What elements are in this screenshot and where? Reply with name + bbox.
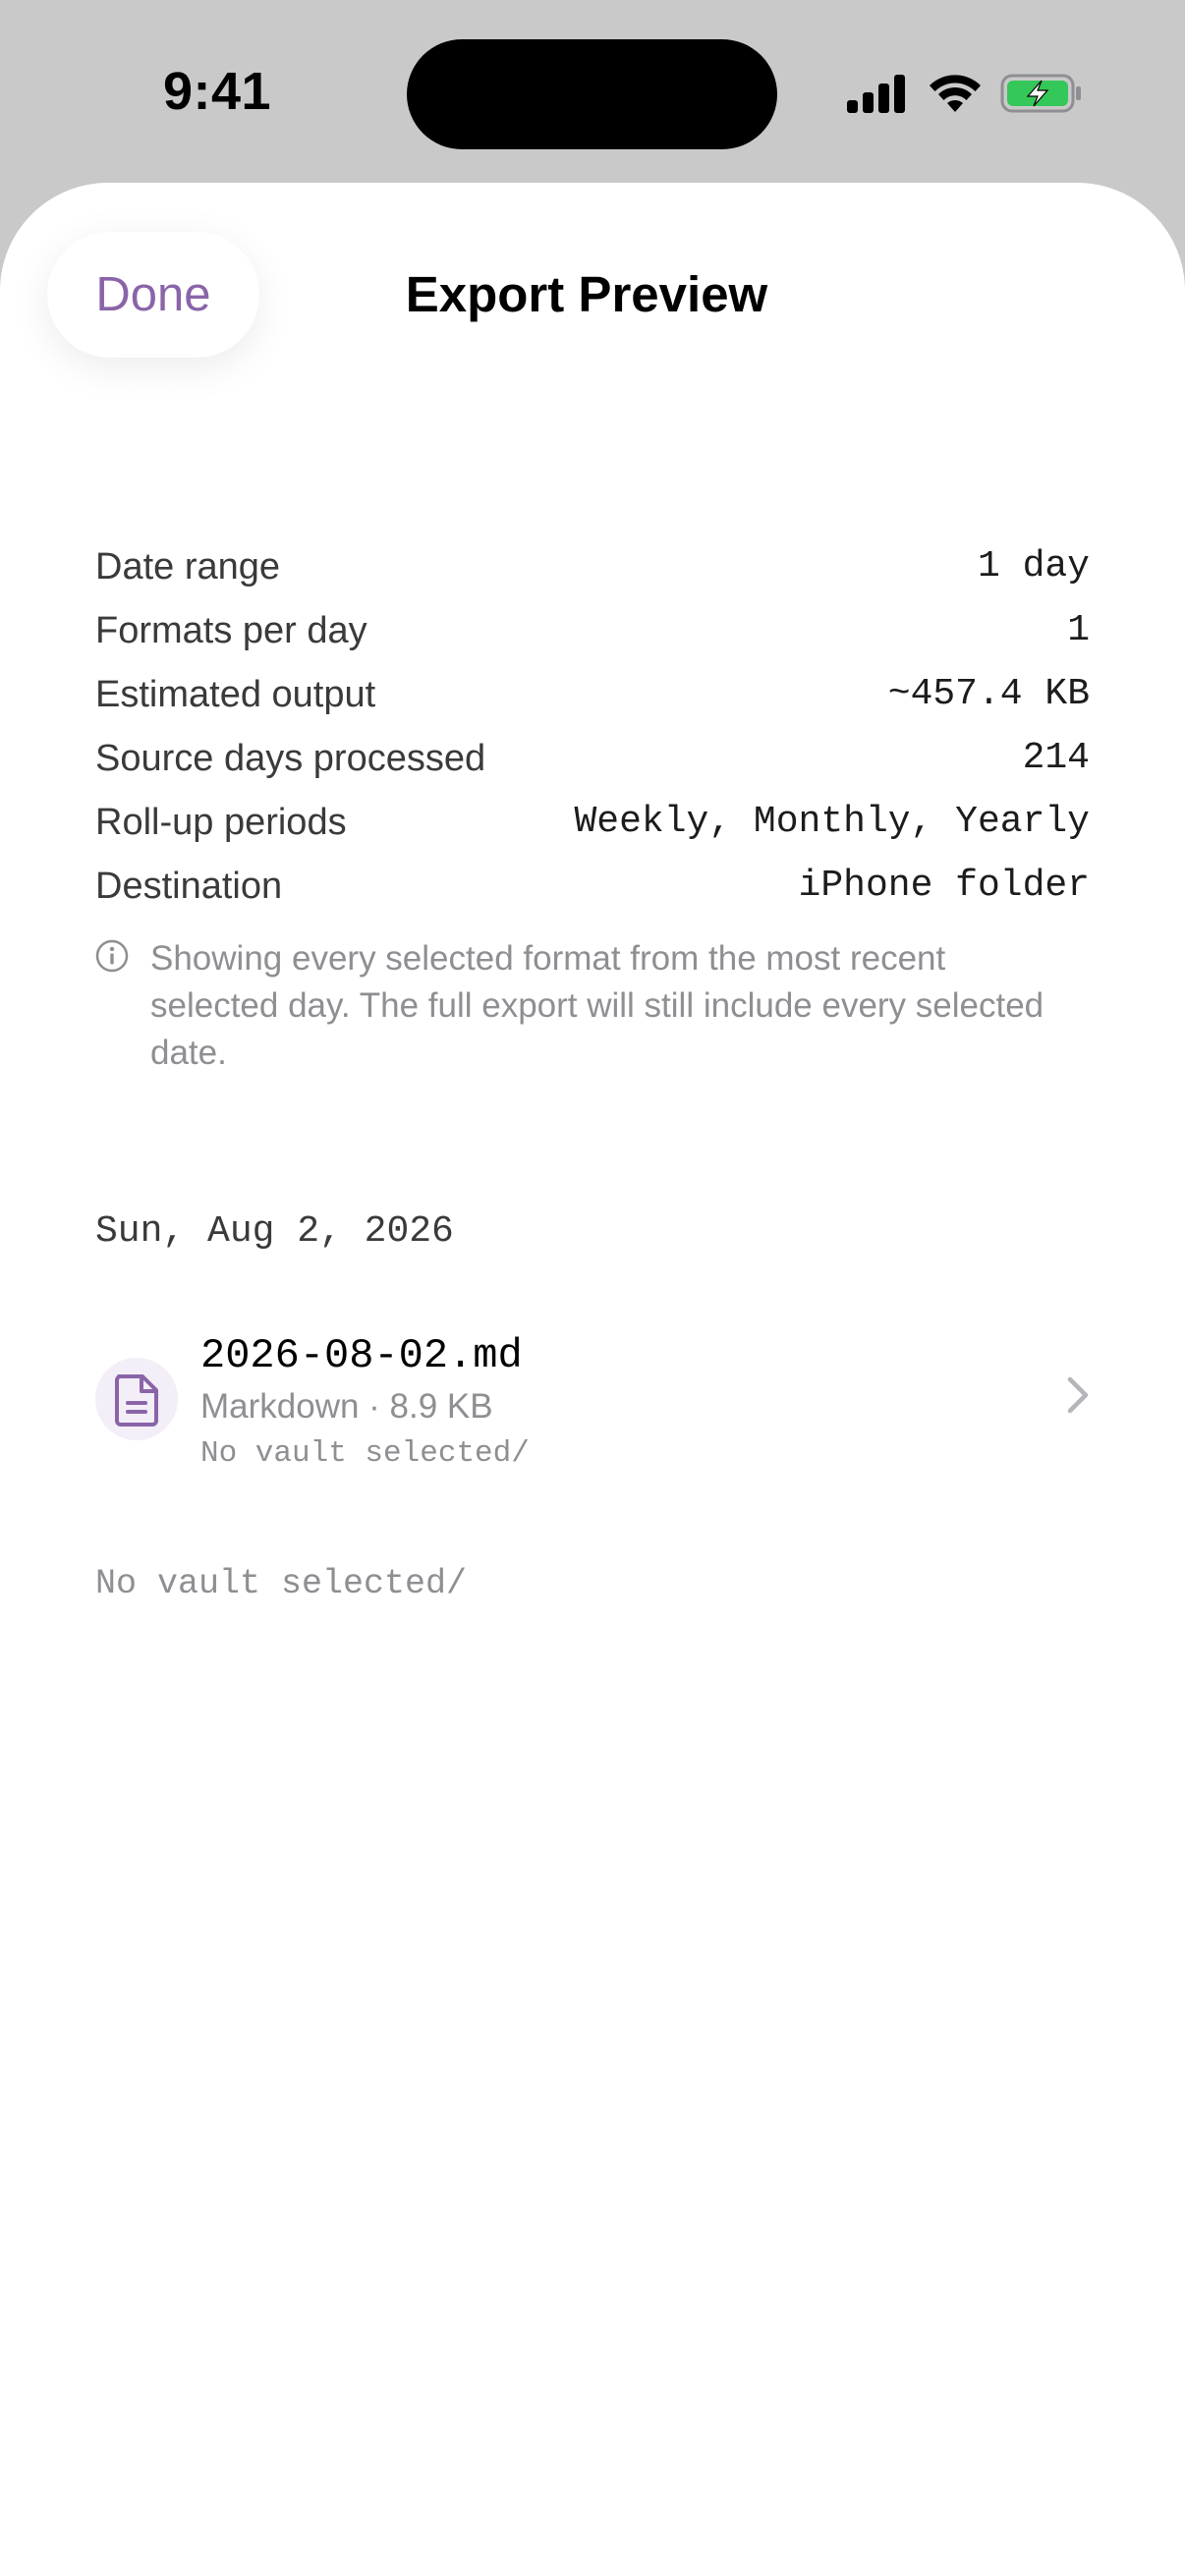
file-name: 2026-08-02.md (200, 1332, 523, 1379)
summary-value: iPhone folder (798, 865, 1090, 907)
summary-value: ~457.4 KB (887, 673, 1090, 715)
info-note-text: Showing every selected format from the m… (150, 939, 1044, 1072)
battery-charging-icon (1000, 74, 1081, 113)
summary-label: Date range (95, 546, 281, 588)
file-icon-badge (95, 1358, 178, 1440)
file-meta: Markdown · 8.9 KB (200, 1387, 493, 1426)
dynamic-island (407, 39, 777, 149)
section-footer-path: No vault selected/ (95, 1564, 468, 1603)
summary-label: Source days processed (95, 738, 486, 779)
summary-value: 214 (1022, 737, 1090, 779)
summary-label: Estimated output (95, 674, 376, 715)
summary-label: Formats per day (95, 610, 367, 651)
summary-row-formats-per-day: Formats per day 1 (95, 606, 1090, 670)
summary-row-date-range: Date range 1 day (95, 542, 1090, 606)
file-row[interactable]: 2026-08-02.md Markdown · 8.9 KB No vault… (95, 1332, 1090, 1489)
page-title: Export Preview (0, 265, 1185, 323)
document-icon (115, 1374, 158, 1427)
summary-value: 1 (1067, 609, 1090, 651)
export-summary: Date range 1 day Formats per day 1 Estim… (95, 542, 1090, 925)
file-path: No vault selected/ (200, 1436, 530, 1471)
status-bar: 9:41 (0, 0, 1185, 187)
summary-label: Destination (95, 866, 283, 907)
summary-row-roll-up-periods: Roll-up periods Weekly, Monthly, Yearly (95, 798, 1090, 862)
status-time: 9:41 (163, 62, 272, 121)
wifi-icon (930, 75, 981, 112)
summary-row-destination: Destination iPhone folder (95, 862, 1090, 925)
info-circle-icon (95, 939, 129, 973)
export-preview-sheet: Done Export Preview Date range 1 day For… (0, 183, 1185, 2576)
cellular-signal-icon (847, 75, 905, 113)
summary-label: Roll-up periods (95, 802, 347, 843)
summary-value: 1 day (977, 545, 1090, 588)
page-title-text: Export Preview (405, 266, 768, 322)
summary-row-source-days: Source days processed 214 (95, 734, 1090, 798)
summary-value: Weekly, Monthly, Yearly (574, 801, 1091, 843)
summary-row-estimated-output: Estimated output ~457.4 KB (95, 670, 1090, 734)
chevron-right-icon (1067, 1376, 1089, 1414)
date-section-header: Sun, Aug 2, 2026 (95, 1210, 454, 1253)
